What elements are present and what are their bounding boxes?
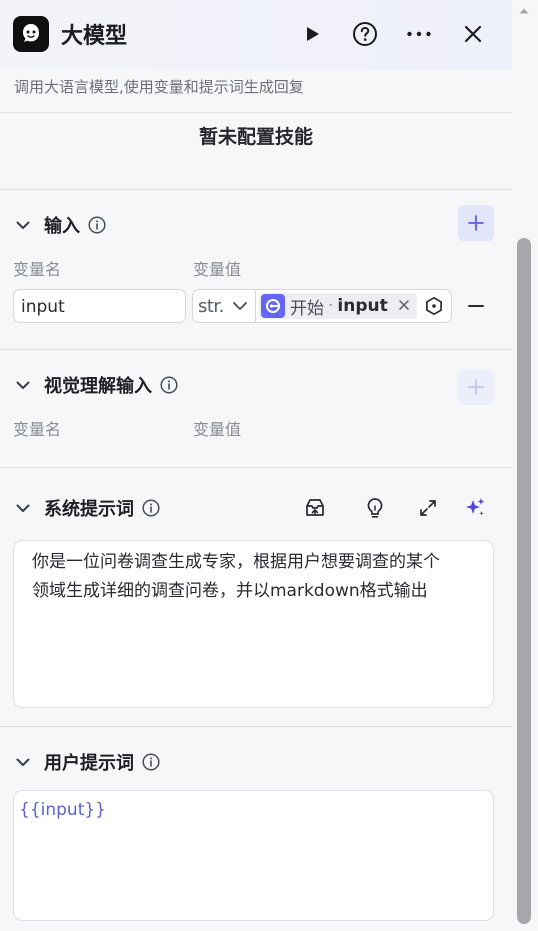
user-prompt-title: 用户提示词 bbox=[44, 753, 134, 774]
scroll-up-arrow-icon[interactable] bbox=[518, 0, 530, 14]
prompt-library-icon[interactable] bbox=[302, 495, 328, 521]
chevron-down-icon[interactable] bbox=[14, 753, 32, 771]
ref-node-name: 开始 bbox=[290, 298, 324, 319]
user-prompt-header: 用户提示词 bbox=[14, 750, 160, 774]
add-vision-input-button[interactable] bbox=[458, 369, 494, 405]
node-config-panel: 大模型 调用大语言模型,使用变量和提示词生成回复 暂未配置技能 输入 变量名 变… bbox=[0, 0, 512, 931]
help-icon[interactable] bbox=[351, 20, 379, 48]
type-select-value: str. bbox=[198, 295, 224, 317]
skills-empty-text: 暂未配置技能 bbox=[198, 126, 313, 148]
input-section-header: 输入 bbox=[14, 213, 106, 237]
more-icon[interactable] bbox=[405, 20, 433, 48]
col-label-var-value: 变量值 bbox=[193, 420, 242, 439]
scrollbar-thumb[interactable] bbox=[517, 238, 531, 924]
ref-separator: · bbox=[328, 296, 334, 316]
info-icon[interactable] bbox=[142, 753, 160, 771]
vision-section-title: 视觉理解输入 bbox=[44, 376, 152, 397]
divider bbox=[0, 189, 512, 190]
divider bbox=[0, 726, 512, 727]
play-icon[interactable] bbox=[298, 20, 326, 48]
close-icon[interactable] bbox=[459, 20, 487, 48]
divider bbox=[0, 112, 512, 113]
vision-section-header: 视觉理解输入 bbox=[14, 373, 178, 397]
info-icon[interactable] bbox=[142, 499, 160, 517]
node-description: 调用大语言模型,使用变量和提示词生成回复 bbox=[14, 78, 304, 96]
info-icon[interactable] bbox=[160, 376, 178, 394]
system-prompt-textarea[interactable]: 你是一位问卷调查生成专家，根据用户想要调查的某个 领域生成详细的调查问卷，并以m… bbox=[13, 540, 494, 708]
var-name-input[interactable]: input bbox=[13, 289, 186, 323]
remove-row-button[interactable] bbox=[466, 296, 486, 316]
chevron-down-icon[interactable] bbox=[14, 216, 32, 234]
type-select[interactable]: str. bbox=[193, 290, 256, 322]
add-input-button[interactable] bbox=[458, 205, 494, 241]
chevron-down-icon[interactable] bbox=[14, 376, 32, 394]
ref-variable-name: input bbox=[337, 296, 388, 316]
system-prompt-title: 系统提示词 bbox=[44, 499, 134, 520]
user-prompt-textarea[interactable]: {{input}} bbox=[13, 790, 494, 921]
var-value-field: str. 开始 · input bbox=[192, 289, 452, 323]
system-prompt-header: 系统提示词 bbox=[14, 496, 160, 520]
chevron-down-icon bbox=[232, 298, 248, 314]
col-label-var-name: 变量名 bbox=[13, 260, 62, 279]
chevron-down-icon[interactable] bbox=[14, 499, 32, 517]
divider bbox=[0, 349, 512, 350]
variable-reference-tag[interactable]: 开始 · input bbox=[259, 293, 417, 319]
start-node-icon bbox=[261, 294, 285, 318]
clear-reference-icon[interactable] bbox=[396, 297, 412, 313]
ai-sparkle-icon[interactable] bbox=[462, 495, 488, 521]
col-label-var-value: 变量值 bbox=[193, 260, 242, 279]
divider bbox=[0, 467, 512, 468]
expand-icon[interactable] bbox=[415, 495, 441, 521]
info-icon[interactable] bbox=[88, 216, 106, 234]
lightbulb-icon[interactable] bbox=[362, 495, 388, 521]
input-section-title: 输入 bbox=[44, 216, 80, 237]
panel-header: 大模型 bbox=[0, 0, 512, 70]
col-label-var-name: 变量名 bbox=[13, 420, 62, 439]
system-prompt-text: 你是一位问卷调查生成专家，根据用户想要调查的某个 领域生成详细的调查问卷，并以m… bbox=[32, 552, 440, 601]
node-title: 大模型 bbox=[61, 24, 128, 49]
variable-picker-icon[interactable] bbox=[423, 295, 445, 317]
user-prompt-text: {{input}} bbox=[19, 800, 106, 820]
robot-logo-icon bbox=[13, 16, 49, 52]
